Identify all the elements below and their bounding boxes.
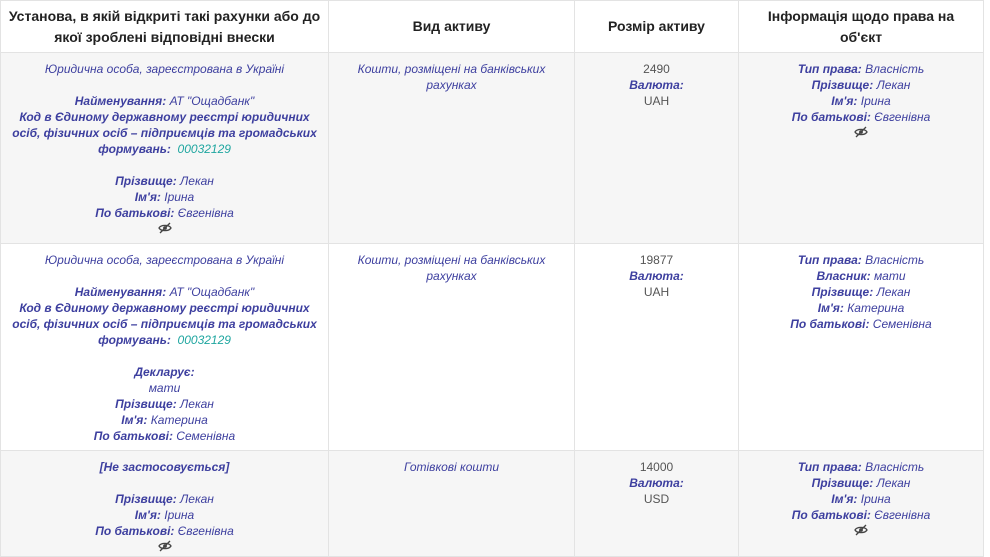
right-type-label: Тип права: — [797, 62, 862, 76]
name-label: Найменування: — [74, 94, 167, 108]
surname-label: Прізвище: — [811, 476, 874, 490]
asset-type-cell: Готівкові кошти — [328, 450, 575, 557]
patronymic-value: Євгенівна — [177, 206, 234, 220]
institution-cell: Юридична особа, зареєстрована в Україні … — [0, 243, 329, 451]
currency-label: Валюта: — [629, 476, 684, 490]
patronymic-label: По батькові: — [791, 508, 871, 522]
surname-label: Прізвище: — [811, 285, 874, 299]
asset-size-cell: 19877 Валюта: UAH — [574, 243, 739, 451]
patronymic-value: Семенівна — [872, 317, 932, 331]
patronymic-label: По батькові: — [95, 524, 175, 538]
currency-label: Валюта: — [629, 269, 684, 283]
first-name-value: Катерина — [847, 301, 905, 315]
declarant-value: мати — [148, 381, 181, 395]
right-type-value: Власність — [865, 460, 925, 474]
currency-value: USD — [643, 492, 670, 506]
entity-type: Юридична особа, зареєстрована в Україні — [44, 62, 285, 76]
first-name-value: Ірина — [164, 508, 195, 522]
patronymic-value: Євгенівна — [177, 524, 234, 538]
asset-type-value: Кошти, розміщені на банківських рахунках — [357, 253, 546, 283]
patronymic-value: Семенівна — [176, 429, 236, 443]
surname-label: Прізвище: — [115, 492, 177, 506]
first-name-label: Ім'я: — [831, 492, 858, 506]
eye-slash-icon[interactable] — [854, 524, 868, 536]
right-type-value: Власність — [865, 62, 925, 76]
surname-value: Лекан — [876, 285, 911, 299]
asset-type-value: Кошти, розміщені на банківських рахунках — [357, 62, 546, 92]
eye-slash-icon[interactable] — [854, 126, 868, 138]
institution-cell: [Не застосовується] Прізвище: Лекан Ім'я… — [0, 450, 329, 557]
patronymic-label: По батькові: — [790, 317, 870, 331]
surname-label: Прізвище: — [115, 397, 177, 411]
header-asset-size: Розмір активу — [574, 0, 739, 53]
not-applicable-text: [Не застосовується] — [99, 460, 230, 474]
first-name-value: Ірина — [860, 94, 891, 108]
first-name-label: Ім'я: — [831, 94, 858, 108]
owner-value: мати — [873, 269, 906, 283]
patronymic-value: Євгенівна — [874, 508, 931, 522]
first-name-label: Ім'я: — [121, 413, 148, 427]
first-name-value: Катерина — [150, 413, 208, 427]
edrpou-label: Код в Єдиному державному реєстрі юридичн… — [12, 301, 317, 347]
asset-size-cell: 2490 Валюта: UAH — [574, 52, 739, 244]
asset-type-value: Готівкові кошти — [403, 460, 500, 474]
first-name-value: Ірина — [164, 190, 195, 204]
patronymic-label: По батькові: — [93, 429, 173, 443]
header-right-info: Інформація щодо права на об'єкт — [738, 0, 984, 53]
first-name-value: Ірина — [860, 492, 891, 506]
first-name-label: Ім'я: — [134, 190, 161, 204]
first-name-label: Ім'я: — [817, 301, 844, 315]
institution-cell: Юридична особа, зареєстрована в Україні … — [0, 52, 329, 244]
declarant-label: Декларує: — [134, 365, 195, 379]
header-asset-type: Вид активу — [328, 0, 575, 53]
right-info-cell: Тип права: Власність Прізвище: Лекан Ім'… — [738, 52, 984, 244]
right-type-label: Тип права: — [797, 460, 862, 474]
currency-label: Валюта: — [629, 78, 684, 92]
eye-slash-icon[interactable] — [157, 222, 172, 234]
surname-value: Лекан — [876, 78, 911, 92]
table-row: Юридична особа, зареєстрована в Україні … — [0, 52, 984, 244]
edrpou-label: Код в Єдиному державному реєстрі юридичн… — [12, 110, 317, 156]
amount-value: 19877 — [639, 253, 674, 267]
surname-value: Лекан — [180, 397, 214, 411]
surname-value: Лекан — [180, 174, 214, 188]
owner-label: Власник: — [816, 269, 871, 283]
assets-table: Установа, в якій відкриті такі рахунки а… — [0, 0, 984, 557]
asset-type-cell: Кошти, розміщені на банківських рахунках — [328, 52, 575, 244]
right-info-cell: Тип права: Власність Прізвище: Лекан Ім'… — [738, 450, 984, 557]
table-row: Юридична особа, зареєстрована в Україні … — [0, 243, 984, 451]
amount-value: 2490 — [643, 62, 670, 76]
surname-label: Прізвище: — [115, 174, 177, 188]
table-header-row: Установа, в якій відкриті такі рахунки а… — [0, 0, 984, 53]
entity-type: Юридична особа, зареєстрована в Україні — [44, 253, 285, 267]
currency-value: UAH — [643, 285, 670, 299]
currency-value: UAH — [643, 94, 670, 108]
patronymic-label: По батькові: — [791, 110, 871, 124]
surname-value: Лекан — [180, 492, 214, 506]
patronymic-value: Євгенівна — [874, 110, 931, 124]
table-row: [Не застосовується] Прізвище: Лекан Ім'я… — [0, 450, 984, 557]
first-name-label: Ім'я: — [134, 508, 161, 522]
eye-slash-icon[interactable] — [157, 540, 172, 552]
name-label: Найменування: — [74, 285, 167, 299]
surname-label: Прізвище: — [811, 78, 874, 92]
asset-size-cell: 14000 Валюта: USD — [574, 450, 739, 557]
institution-name: АТ "Ощадбанк" — [169, 94, 255, 108]
right-type-label: Тип права: — [797, 253, 862, 267]
right-type-value: Власність — [865, 253, 925, 267]
right-info-cell: Тип права: Власність Власник: мати Прізв… — [738, 243, 984, 451]
edrpou-code: 00032129 — [177, 333, 231, 347]
surname-value: Лекан — [876, 476, 911, 490]
institution-name: АТ "Ощадбанк" — [169, 285, 255, 299]
amount-value: 14000 — [639, 460, 674, 474]
header-institution: Установа, в якій відкриті такі рахунки а… — [0, 0, 329, 53]
patronymic-label: По батькові: — [95, 206, 175, 220]
edrpou-code: 00032129 — [177, 142, 231, 156]
asset-type-cell: Кошти, розміщені на банківських рахунках — [328, 243, 575, 451]
